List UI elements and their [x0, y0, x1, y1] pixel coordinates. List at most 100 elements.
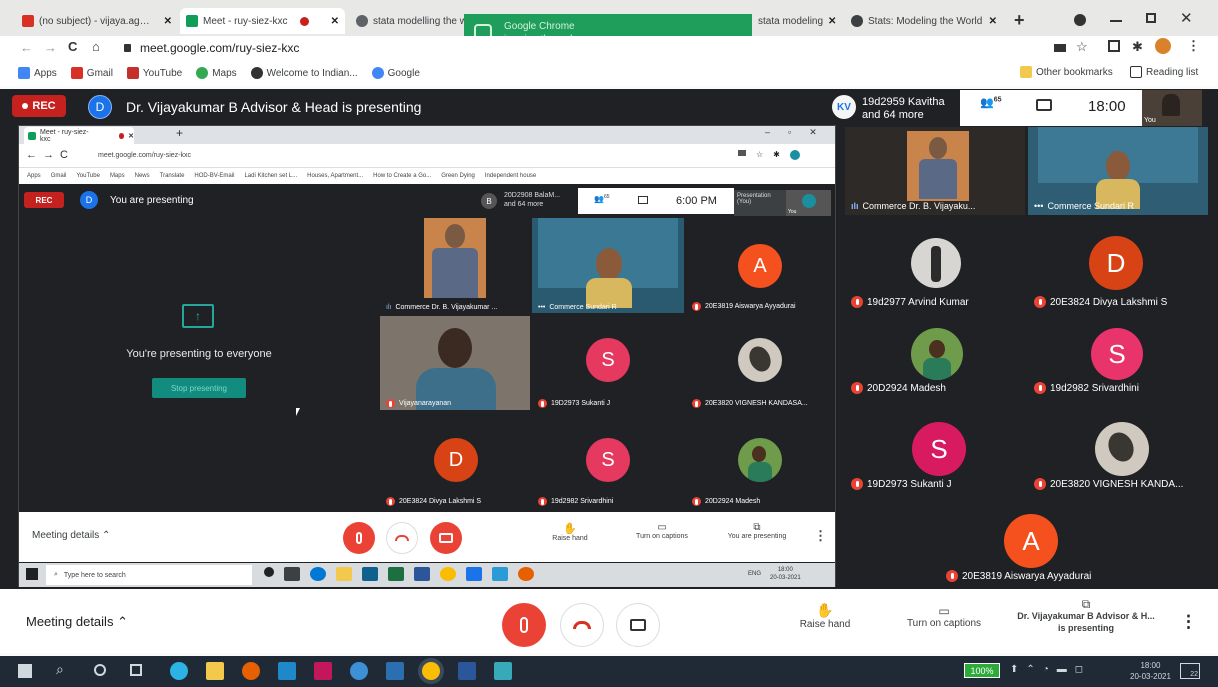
minimize-icon[interactable] [1110, 20, 1122, 22]
bookmark-gmail[interactable]: Gmail [70, 67, 113, 79]
search-icon[interactable]: ⌕ [56, 661, 64, 678]
tile-caption: 20E3820 VIGNESH KANDASA... [686, 399, 834, 408]
bookmark-indian[interactable]: Welcome to Indian... [250, 67, 358, 79]
shared-tile: 20D2924 Madesh [686, 414, 834, 508]
folder-icon [1020, 66, 1032, 78]
mic-off-icon [1034, 382, 1046, 394]
avatar[interactable] [1155, 38, 1171, 54]
bookmark-maps[interactable]: Maps [196, 67, 237, 79]
mic-button[interactable] [502, 603, 546, 647]
close-icon[interactable]: ✕ [164, 16, 172, 27]
tile-caption: ılı Commerce Dr. B. Vijayaku... [845, 201, 1025, 211]
mail-icon[interactable] [278, 662, 296, 680]
shared-toolbar-icons: ☆ ✱ [738, 150, 800, 160]
back-icon[interactable]: ← [20, 40, 33, 55]
participant-name: Commerce Sundari R [1047, 201, 1134, 211]
forward-icon[interactable]: → [44, 40, 57, 55]
start-icon[interactable] [18, 664, 32, 678]
close-icon[interactable]: ✕ [331, 16, 339, 27]
hangup-button[interactable] [560, 603, 604, 647]
shared-raise-hand[interactable]: ✋ Raise hand [540, 522, 600, 542]
profile-icon[interactable] [1074, 14, 1086, 26]
presenting-button[interactable]: ⧉ Dr. Vijayakumar B Advisor & H... is pres… [1008, 598, 1164, 634]
hangup-icon [395, 535, 409, 541]
tab-stata-2[interactable]: stata modeling ✕ [752, 8, 838, 34]
edge-icon[interactable] [170, 662, 188, 680]
tab-title: stata modeling [758, 15, 824, 27]
tile-caption: 20E3820 VIGNESH KANDA... [1028, 478, 1208, 490]
bookmark-youtube[interactable]: YouTube [126, 67, 182, 79]
other-bookmarks[interactable]: Other bookmarks [1020, 66, 1113, 78]
menu-icon[interactable]: ⋮ [1187, 38, 1200, 54]
reload-icon[interactable]: C [68, 39, 77, 54]
shared-banner: You are presenting [110, 195, 194, 206]
people-button[interactable]: 👥65 [980, 96, 1002, 109]
more-icon: ••• [1034, 201, 1044, 211]
shared-captions[interactable]: ▭ Turn on captions [622, 522, 702, 540]
taskview-icon[interactable] [130, 664, 142, 676]
star-icon[interactable]: ☆ [1076, 39, 1088, 55]
home-icon[interactable]: ⌂ [92, 39, 100, 54]
files-icon[interactable] [206, 662, 224, 680]
captions-button[interactable]: ▭ Turn on captions [896, 604, 992, 629]
chat-icon[interactable] [1036, 99, 1052, 111]
shared-tile: ılı Commerce Dr. B. Vijayakumar ... [380, 218, 530, 313]
tile-caption: 19d2982 Srivardhini [532, 497, 684, 506]
recording-icon [300, 16, 310, 26]
tab-meet[interactable]: Meet - ruy-siez-kxc ✕ [180, 8, 345, 34]
shared-thumb: Presentation (You) [734, 190, 786, 216]
shared-hangup-button[interactable] [386, 522, 418, 554]
extension-icon[interactable] [1108, 40, 1120, 52]
tab-title: Stats: Modeling the World [868, 15, 983, 27]
maximize-icon[interactable] [1146, 13, 1156, 23]
more-options-icon[interactable]: ⋮ [1180, 612, 1197, 632]
person-head [929, 340, 945, 358]
word-icon [414, 567, 430, 581]
recording-icon [118, 132, 125, 139]
mic-off-icon [1034, 478, 1046, 490]
shared-tab[interactable]: Meet - ruy-siez-kxc ✕ [24, 127, 134, 144]
app-icon[interactable] [494, 662, 512, 680]
shared-mic-button[interactable] [343, 522, 375, 554]
raise-hand-button[interactable]: ✋ Raise hand [790, 602, 860, 630]
tab-stata-1[interactable]: stata modelling the w [350, 8, 470, 34]
puzzle-icon[interactable]: ✱ [1132, 39, 1143, 55]
globe-icon[interactable] [350, 662, 368, 680]
close-icon[interactable]: ✕ [989, 16, 997, 27]
bookmark-apps[interactable]: Apps [18, 67, 57, 79]
meeting-details-button[interactable]: Meeting details ⌃ [26, 614, 128, 630]
word-icon[interactable] [458, 662, 476, 680]
participant-avatar: A [1004, 514, 1058, 568]
app-icon[interactable] [386, 662, 404, 680]
speaking-icon: ılı [851, 201, 859, 211]
app-icon[interactable] [314, 662, 332, 680]
shared-tile: A 20E3819 Aiswarya Ayyadurai [686, 218, 834, 313]
bookmark-google[interactable]: Google [371, 67, 420, 79]
captions-icon: ▭ [657, 522, 667, 533]
close-window-icon[interactable]: ✕ [1180, 9, 1193, 27]
camera-button[interactable] [616, 603, 660, 647]
notification-button[interactable]: 22 [1180, 663, 1200, 679]
google-icon [356, 15, 368, 27]
close-icon[interactable]: ✕ [128, 132, 134, 140]
rec-badge: REC [12, 95, 66, 117]
shared-presenting[interactable]: ⧉ You are presenting [716, 522, 798, 540]
shared-camera-button[interactable] [430, 522, 462, 554]
shared-meeting-details[interactable]: Meeting details ⌃ [32, 530, 110, 541]
camera-indicator-icon[interactable] [1054, 44, 1066, 52]
cortana-icon[interactable] [94, 664, 106, 676]
shared-rec-badge: REC [24, 192, 64, 208]
url-input[interactable]: meet.google.com/ruy-siez-kxc [140, 41, 299, 55]
tab-stats[interactable]: Stats: Modeling the World ✕ [845, 8, 1003, 34]
shared-bottom-bar [19, 512, 835, 562]
firefox-icon[interactable] [242, 662, 260, 680]
shared-more-icon[interactable]: ⋮ [814, 528, 827, 544]
new-tab-button[interactable]: + [1014, 10, 1025, 31]
stop-presenting-button[interactable]: Stop presenting [152, 378, 246, 398]
tab-gmail[interactable]: (no subject) - vijaya.ag@gm ✕ [16, 8, 178, 34]
reading-list[interactable]: Reading list [1130, 66, 1198, 78]
chrome-icon[interactable] [422, 662, 440, 680]
shared-new-tab[interactable]: + [176, 126, 183, 140]
people-count: 65 [603, 194, 610, 200]
close-icon[interactable]: ✕ [828, 16, 836, 27]
